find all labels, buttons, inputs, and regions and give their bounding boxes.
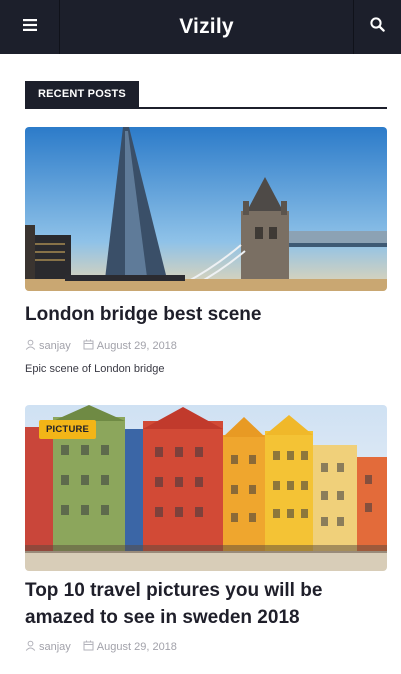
post-excerpt: Epic scene of London bridge bbox=[25, 363, 165, 375]
hamburger-menu-icon bbox=[22, 18, 37, 36]
post-author-name: sanjay bbox=[39, 641, 71, 653]
post-author-name: sanjay bbox=[39, 340, 71, 352]
post-meta: sanjay August 29, 2018 bbox=[25, 338, 387, 354]
search-button[interactable] bbox=[353, 0, 401, 54]
site-title[interactable]: Vizily bbox=[60, 15, 353, 39]
post-author[interactable]: sanjay bbox=[25, 339, 71, 353]
post-date: August 29, 2018 bbox=[83, 339, 177, 353]
calendar-icon bbox=[83, 339, 97, 353]
post-title[interactable]: London bridge best scene bbox=[25, 301, 387, 328]
post-author[interactable]: sanjay bbox=[25, 640, 71, 654]
menu-button[interactable] bbox=[0, 0, 60, 54]
user-icon bbox=[25, 339, 39, 353]
post-date: August 29, 2018 bbox=[83, 640, 177, 654]
london-bridge-image bbox=[25, 127, 387, 291]
post-thumbnail[interactable]: PICTURE bbox=[25, 405, 387, 571]
section-title: RECENT POSTS bbox=[25, 81, 139, 107]
post-title[interactable]: Top 10 travel pictures you will be amaze… bbox=[25, 577, 387, 631]
post-date-text: August 29, 2018 bbox=[96, 340, 177, 352]
section-header: RECENT POSTS bbox=[25, 81, 387, 109]
post-card: London bridge best scene sanjay August 2 bbox=[25, 127, 387, 375]
top-app-bar: Vizily bbox=[0, 0, 401, 54]
search-icon bbox=[370, 17, 385, 37]
user-icon bbox=[25, 640, 39, 654]
calendar-icon bbox=[83, 640, 97, 654]
category-badge[interactable]: PICTURE bbox=[39, 420, 97, 439]
post-meta: sanjay August 29, 2018 bbox=[25, 639, 387, 655]
post-thumbnail[interactable] bbox=[25, 127, 387, 291]
post-date-text: August 29, 2018 bbox=[96, 641, 177, 653]
post-card: PICTURE Top 10 travel pictures you will … bbox=[25, 405, 387, 655]
